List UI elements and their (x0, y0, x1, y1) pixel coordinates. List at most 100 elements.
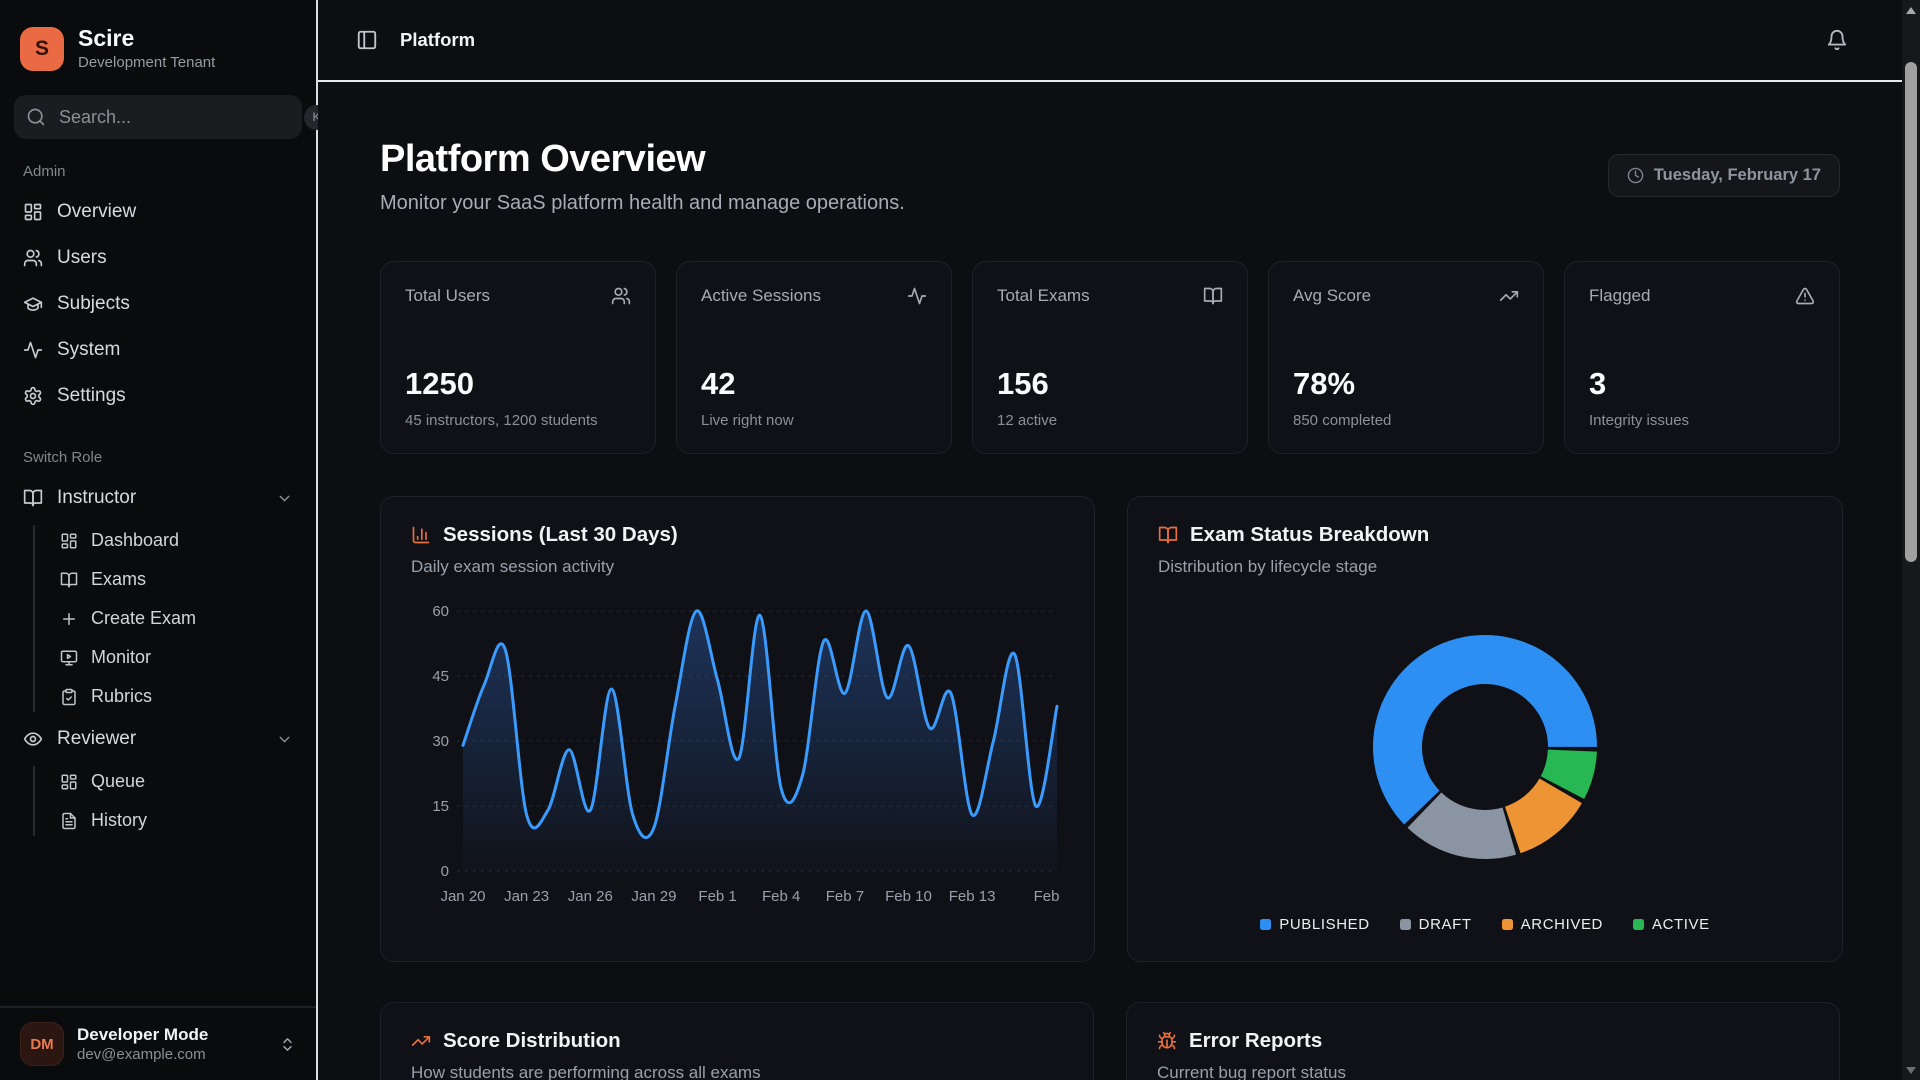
stat-value: 1250 (405, 366, 631, 402)
brand-name: Scire (78, 26, 215, 51)
stat-sub: Live right now (701, 412, 927, 429)
score-distribution-title: Score Distribution (443, 1029, 621, 1053)
svg-text:45: 45 (432, 668, 449, 685)
sidebar-subitem-label: Dashboard (91, 530, 179, 551)
stat-value: 3 (1589, 366, 1815, 402)
sidebar-subitem-exams[interactable]: Exams (54, 560, 302, 599)
chevron-down-icon[interactable] (276, 731, 293, 748)
sidebar-subitem-monitor[interactable]: Monitor (54, 638, 302, 677)
scrollbar[interactable] (1902, 0, 1920, 1080)
search-icon (26, 107, 46, 127)
stat-sub: 45 instructors, 1200 students (405, 412, 631, 429)
sidebar-item-system[interactable]: System (14, 327, 302, 373)
legend-label: PUBLISHED (1279, 916, 1369, 933)
stat-label: Flagged (1589, 286, 1650, 306)
error-reports-card: Error Reports Current bug report status (1126, 1002, 1840, 1080)
stat-card-flagged: Flagged 3 Integrity issues (1564, 261, 1840, 454)
activity-icon (23, 340, 43, 360)
sidebar-toggle-icon[interactable] (356, 29, 378, 51)
layout-dashboard-icon (60, 773, 78, 791)
sessions-area (463, 611, 1057, 871)
scrollbar-up-arrow[interactable] (1902, 0, 1920, 20)
sidebar-subitem-rubrics[interactable]: Rubrics (54, 677, 302, 716)
legend-label: DRAFT (1419, 916, 1472, 933)
svg-text:60: 60 (432, 603, 449, 620)
chevron-down-icon[interactable] (276, 490, 293, 507)
stat-card-total-exams: Total Exams 156 12 active (972, 261, 1248, 454)
sidebar-subitem-create-exam[interactable]: Create Exam (54, 599, 302, 638)
sidebar-subitem-label: Queue (91, 771, 145, 792)
sidebar-subitem-queue[interactable]: Queue (54, 762, 302, 801)
stat-label: Active Sessions (701, 286, 821, 306)
stat-sub: 850 completed (1293, 412, 1519, 429)
score-distribution-card: Score Distribution How students are perf… (380, 1002, 1094, 1080)
layout-dashboard-icon (60, 532, 78, 550)
svg-text:Feb 1: Feb 1 (698, 888, 736, 905)
sidebar-item-settings[interactable]: Settings (14, 373, 302, 419)
sidebar-item-subjects[interactable]: Subjects (14, 281, 302, 327)
search-box[interactable]: K (14, 95, 302, 139)
search-input[interactable] (57, 106, 293, 129)
legend-label: ACTIVE (1652, 916, 1710, 933)
stat-sub: 12 active (997, 412, 1223, 429)
clock-icon (1627, 167, 1644, 184)
sidebar-subitem-history[interactable]: History (54, 801, 302, 840)
svg-text:15: 15 (432, 798, 449, 815)
bug-icon (1157, 1031, 1177, 1051)
book-open-icon (23, 488, 43, 508)
page-content: Platform Overview Monitor your SaaS plat… (318, 82, 1902, 1080)
user-menu[interactable]: DM Developer Mode dev@example.com (0, 1006, 316, 1080)
main-area: Platform Platform Overview Monitor your … (318, 0, 1902, 1080)
sidebar-item-overview[interactable]: Overview (14, 189, 302, 235)
sidebar-item-label: Instructor (57, 487, 136, 509)
notifications-bell-icon[interactable] (1826, 29, 1848, 51)
sidebar-item-label: Users (57, 247, 107, 269)
brand-logo: S (20, 27, 64, 71)
book-open-icon (1158, 525, 1178, 545)
sidebar-subitem-dashboard[interactable]: Dashboard (54, 521, 302, 560)
chevrons-up-down-icon[interactable] (279, 1036, 296, 1053)
sidebar-item-label: Subjects (57, 293, 130, 315)
sidebar: S Scire Development Tenant K Admin Overv… (0, 0, 318, 1080)
sidebar-subitem-label: Exams (91, 569, 146, 590)
activity-icon (907, 286, 927, 306)
page-header: Platform Overview Monitor your SaaS plat… (380, 138, 1840, 215)
charts-row: Sessions (Last 30 Days) Daily exam sessi… (380, 496, 1840, 962)
svg-text:Jan 23: Jan 23 (504, 888, 549, 905)
svg-text:30: 30 (432, 733, 449, 750)
sidebar-item-reviewer[interactable]: Reviewer (14, 716, 302, 762)
exam-status-donut-chart (1158, 577, 1812, 916)
stat-sub: Integrity issues (1589, 412, 1815, 429)
sidebar-item-instructor[interactable]: Instructor (14, 475, 302, 521)
stat-label: Total Users (405, 286, 490, 306)
page-title: Platform Overview (380, 138, 905, 181)
date-badge: Tuesday, February 17 (1608, 154, 1840, 197)
avatar: DM (20, 1022, 64, 1066)
monitor-play-icon (60, 649, 78, 667)
sidebar-item-label: Settings (57, 385, 126, 407)
legend-item-active: ACTIVE (1633, 916, 1710, 933)
brand: S Scire Development Tenant (0, 0, 316, 87)
brand-tenant: Development Tenant (78, 54, 215, 71)
legend-label: ARCHIVED (1521, 916, 1603, 933)
exam-status-chart-card: Exam Status Breakdown Distribution by li… (1127, 496, 1843, 962)
error-reports-title: Error Reports (1189, 1029, 1322, 1053)
svg-text:Jan 29: Jan 29 (631, 888, 676, 905)
sidebar-subitem-label: Create Exam (91, 608, 196, 629)
svg-text:Feb 17: Feb 17 (1034, 888, 1064, 905)
sidebar-subitem-label: Rubrics (91, 686, 152, 707)
score-distribution-subtitle: How students are performing across all e… (411, 1063, 1063, 1080)
page-subtitle: Monitor your SaaS platform health and ma… (380, 192, 905, 215)
scrollbar-down-arrow[interactable] (1902, 1060, 1920, 1080)
sidebar-item-users[interactable]: Users (14, 235, 302, 281)
sessions-chart-subtitle: Daily exam session activity (411, 557, 1064, 577)
sessions-line-chart: 015304560Jan 20Jan 23Jan 26Jan 29Feb 1Fe… (411, 577, 1064, 935)
svg-text:Feb 4: Feb 4 (762, 888, 800, 905)
sub-list-reviewer: Queue History (33, 762, 302, 840)
legend-swatch (1633, 919, 1644, 930)
section-label-admin: Admin (14, 163, 302, 180)
users-icon (611, 286, 631, 306)
user-email: dev@example.com (77, 1046, 208, 1063)
plus-icon (60, 610, 78, 628)
scrollbar-thumb[interactable] (1905, 62, 1917, 562)
